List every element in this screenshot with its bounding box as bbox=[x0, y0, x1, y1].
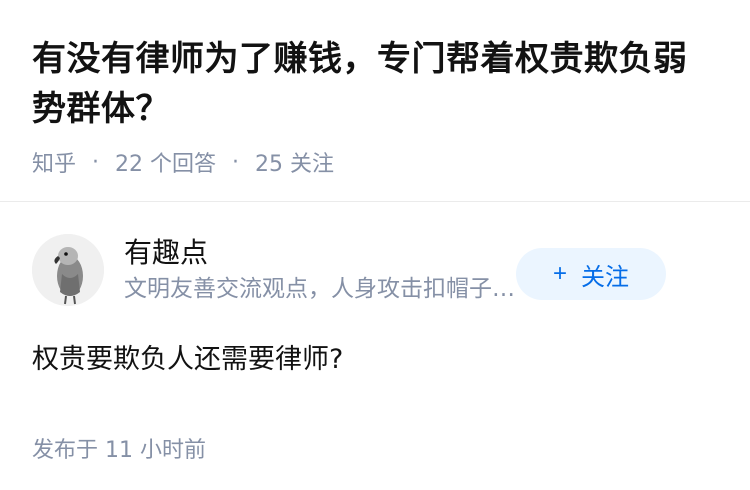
question-title[interactable]: 有没有律师为了赚钱，专门帮着权贵欺负弱势群体？ bbox=[32, 34, 718, 134]
followers-count[interactable]: 25 关注 bbox=[255, 146, 334, 178]
author-info: 有趣点 文明友善交流观点，人身攻击扣帽子等不文明行为必删 bbox=[124, 234, 534, 306]
plus-icon: + bbox=[552, 260, 567, 287]
parrot-avatar-icon bbox=[32, 234, 104, 306]
published-time: 发布于 11 小时前 bbox=[32, 438, 206, 463]
source-label[interactable]: 知乎 bbox=[32, 146, 76, 178]
meta-separator: · bbox=[232, 149, 240, 175]
question-meta: 知乎 · 22 个回答 · 25 关注 bbox=[32, 146, 718, 178]
question-header: 有没有律师为了赚钱，专门帮着权贵欺负弱势群体？ 知乎 · 22 个回答 · 25… bbox=[0, 0, 750, 202]
answer-content[interactable]: 权贵要欺负人还需要律师? bbox=[32, 340, 718, 380]
answers-count[interactable]: 22 个回答 bbox=[115, 146, 216, 178]
author-bio: 文明友善交流观点，人身攻击扣帽子等不文明行为必删 bbox=[124, 276, 534, 302]
answer-card: 有趣点 文明友善交流观点，人身攻击扣帽子等不文明行为必删 + 关注 权贵要欺负人… bbox=[0, 202, 750, 464]
follow-label: 关注 bbox=[581, 263, 629, 291]
meta-separator: · bbox=[92, 149, 100, 175]
author-name[interactable]: 有趣点 bbox=[124, 234, 534, 272]
follow-button[interactable]: + 关注 bbox=[516, 248, 666, 300]
author-row: 有趣点 文明友善交流观点，人身攻击扣帽子等不文明行为必删 + 关注 bbox=[32, 202, 718, 338]
avatar[interactable] bbox=[32, 234, 104, 306]
